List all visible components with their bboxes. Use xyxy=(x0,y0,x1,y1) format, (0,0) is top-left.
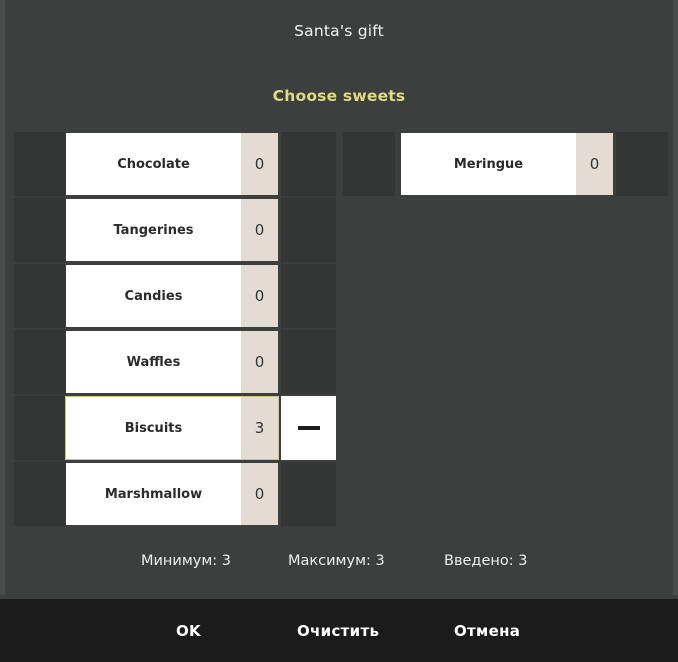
sweet-item-button[interactable]: Marshmallow 0 xyxy=(65,462,279,526)
row-left-cell[interactable] xyxy=(14,462,65,526)
dialog-title: Santa's gift xyxy=(294,22,384,40)
sweet-item-label: Chocolate xyxy=(66,133,241,195)
sweet-row[interactable]: Tangerines 0 xyxy=(14,198,336,262)
sweet-item-count: 0 xyxy=(241,199,278,261)
row-left-cell[interactable] xyxy=(14,396,65,460)
sweet-item-count: 0 xyxy=(241,331,278,393)
status-minimum: Минимум: 3 xyxy=(141,553,232,569)
row-right-cell[interactable] xyxy=(281,264,336,328)
sweet-row[interactable]: Marshmallow 0 xyxy=(14,462,336,526)
sweet-item-button[interactable]: Tangerines 0 xyxy=(65,198,279,262)
sweet-item-label: Marshmallow xyxy=(66,463,241,525)
sweet-item-count: 0 xyxy=(241,133,278,195)
dialog-subtitle: Choose sweets xyxy=(272,87,406,105)
sweet-row[interactable]: Candies 0 xyxy=(14,264,336,328)
sweet-item-button[interactable]: Candies 0 xyxy=(65,264,279,328)
sweet-item-label: Biscuits xyxy=(66,397,241,459)
cancel-button[interactable]: Отмена xyxy=(454,599,520,662)
sweet-row[interactable]: Biscuits 3 xyxy=(14,396,336,460)
sweets-column-right: Meringue 0 xyxy=(343,132,668,532)
sweet-item-button[interactable]: Meringue 0 xyxy=(400,132,614,196)
sweet-item-button[interactable]: Chocolate 0 xyxy=(65,132,279,196)
row-left-cell[interactable] xyxy=(343,132,395,196)
santa-gift-dialog: Santa's gift Choose sweets Chocolate 0 Tan… xyxy=(0,0,678,662)
row-left-cell[interactable] xyxy=(14,132,65,196)
sweet-item-label: Tangerines xyxy=(66,199,241,261)
sweet-item-label: Waffles xyxy=(66,331,241,393)
decrement-button[interactable] xyxy=(281,396,336,460)
ok-button[interactable]: OK xyxy=(176,599,201,662)
row-left-cell[interactable] xyxy=(14,330,65,394)
status-maximum: Максимум: 3 xyxy=(288,553,385,569)
sweet-row[interactable]: Chocolate 0 xyxy=(14,132,336,196)
row-right-cell[interactable] xyxy=(616,132,668,196)
clear-button[interactable]: Очистить xyxy=(297,599,379,662)
sweet-item-count: 3 xyxy=(241,397,278,459)
sweet-item-button[interactable]: Waffles 0 xyxy=(65,330,279,394)
sweet-item-label: Candies xyxy=(66,265,241,327)
sweet-row[interactable]: Waffles 0 xyxy=(14,330,336,394)
row-right-cell[interactable] xyxy=(281,330,336,394)
row-right-cell[interactable] xyxy=(281,462,336,526)
sweet-item-label: Meringue xyxy=(401,133,576,195)
row-right-cell[interactable] xyxy=(281,132,336,196)
row-right-cell[interactable] xyxy=(281,198,336,262)
row-left-cell[interactable] xyxy=(14,198,65,262)
sweets-column-left: Chocolate 0 Tangerines 0 Candies 0 Waffles 0 Bis… xyxy=(14,132,336,532)
sweet-row[interactable]: Meringue 0 xyxy=(343,132,668,196)
sweet-item-count: 0 xyxy=(576,133,613,195)
sweets-list: Chocolate 0 Tangerines 0 Candies 0 Waffles 0 Bis… xyxy=(0,132,678,532)
dialog-button-bar: OK Очистить Отмена xyxy=(0,599,678,662)
sweet-item-count: 0 xyxy=(241,463,278,525)
minus-icon xyxy=(297,426,320,430)
status-entered: Введено: 3 xyxy=(444,553,528,569)
sweet-item-count: 0 xyxy=(241,265,278,327)
sweet-item-button[interactable]: Biscuits 3 xyxy=(65,396,279,460)
row-left-cell[interactable] xyxy=(14,264,65,328)
status-line: Минимум: 3 Максимум: 3 Введено: 3 xyxy=(0,553,678,581)
